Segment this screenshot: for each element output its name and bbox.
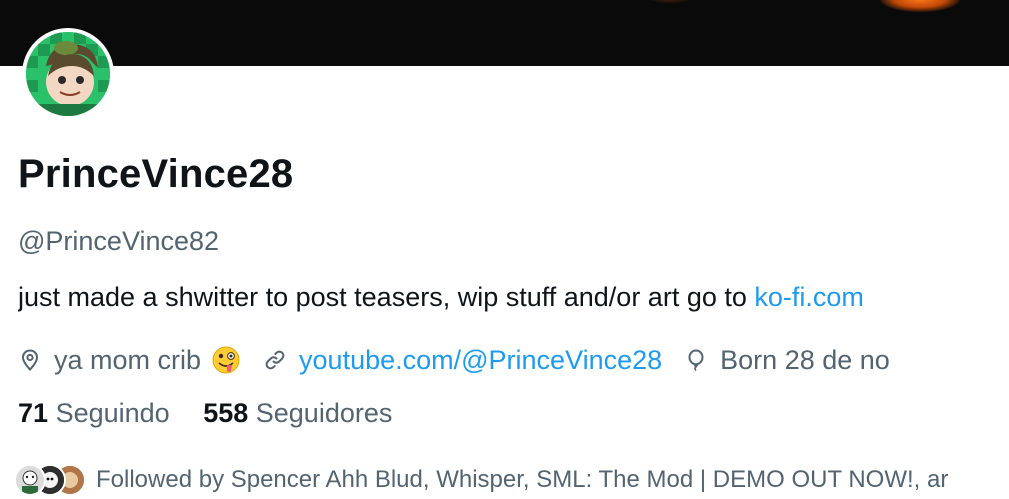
banner-glow-orange bbox=[880, 0, 960, 12]
followed-by-row[interactable]: Followed by Spencer Ahh Blud, Whisper, S… bbox=[14, 462, 1009, 498]
followers-stat[interactable]: 558 Seguidores bbox=[203, 398, 392, 428]
location-icon bbox=[21, 349, 39, 371]
followers-count: 558 bbox=[203, 398, 249, 428]
birthday-item: Born 28 de no bbox=[684, 345, 890, 376]
profile-avatar[interactable] bbox=[22, 28, 114, 120]
following-label: Seguindo bbox=[55, 398, 170, 428]
birthday-text: Born 28 de no bbox=[720, 344, 890, 375]
follower-avatar bbox=[14, 464, 46, 496]
profile-banner[interactable] bbox=[0, 0, 1009, 66]
followers-label: Seguidores bbox=[255, 398, 393, 428]
avatar-image bbox=[26, 32, 110, 116]
banner-glow-dim bbox=[640, 0, 700, 4]
birthday-balloon-icon bbox=[688, 349, 704, 372]
profile-bio: just made a shwitter to post teasers, wi… bbox=[18, 282, 1009, 313]
following-stat[interactable]: 71 Seguindo bbox=[18, 398, 170, 428]
zany-face-emoji-icon bbox=[212, 346, 240, 374]
website-link[interactable]: youtube.com/@PrinceVince28 bbox=[299, 345, 662, 376]
bio-link[interactable]: ko-fi.com bbox=[754, 282, 864, 312]
display-name: PrinceVince28 bbox=[18, 152, 294, 196]
following-count: 71 bbox=[18, 398, 49, 428]
location-text: ya mom crib bbox=[54, 344, 202, 375]
followed-by-text: Followed by Spencer Ahh Blud, Whisper, S… bbox=[96, 466, 949, 493]
profile-meta: ya mom crib youtube.com/@PrinceVince28 B… bbox=[18, 340, 1009, 380]
user-handle: @PrinceVince82 bbox=[18, 226, 220, 256]
website-item: youtube.com/@PrinceVince28 bbox=[263, 345, 662, 376]
location-item: ya mom crib bbox=[18, 345, 241, 376]
link-icon bbox=[265, 350, 285, 370]
follow-stats: 71 Seguindo 558 Seguidores bbox=[18, 398, 418, 429]
bio-text: just made a shwitter to post teasers, wi… bbox=[18, 282, 755, 312]
